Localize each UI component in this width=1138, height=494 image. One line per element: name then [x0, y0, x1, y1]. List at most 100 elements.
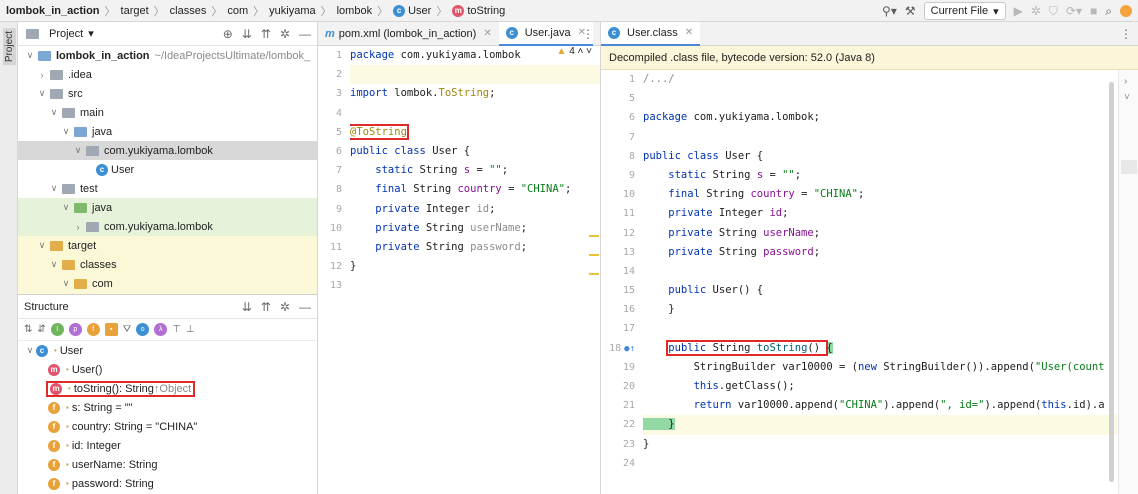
chevron-down-icon[interactable]: ∨ — [24, 345, 36, 356]
structure-item-content: c • User — [36, 344, 83, 357]
chevron-right-icon[interactable]: › — [1124, 76, 1127, 87]
code-area[interactable]: ▲ 4 ˄ ˅ package com.yukiyama.lombok impor… — [350, 46, 600, 494]
breadcrumb-item[interactable]: lombok_in_action — [6, 5, 100, 17]
gear-icon[interactable]: ✲ — [280, 300, 290, 314]
sort-visibility-icon[interactable]: ⇅ — [24, 324, 32, 335]
close-icon[interactable]: ✕ — [483, 28, 491, 39]
locate-icon[interactable]: ⊕ — [223, 27, 233, 41]
chevron-down-icon[interactable]: ∨ — [48, 107, 60, 118]
collapse-all-icon[interactable]: ⇈ — [261, 27, 271, 41]
show-non-public-icon[interactable]: ▪ — [104, 323, 118, 336]
filter-icon[interactable]: ⛛ — [123, 324, 131, 335]
expand-all-icon[interactable]: ⇊ — [242, 27, 252, 41]
tree-item[interactable]: ∨ classes — [18, 255, 317, 274]
structure-item[interactable]: ∨ c • User — [18, 341, 317, 360]
tree-item[interactable]: ∨ main — [18, 103, 317, 122]
chevron-down-icon[interactable]: ∨ — [60, 126, 72, 137]
chevron-down-icon[interactable]: ∨ — [48, 183, 60, 194]
tree-item[interactable]: ∨ com — [18, 274, 317, 293]
vcs-icon[interactable]: ⚲▾ — [882, 4, 897, 18]
breadcrumb-item[interactable]: c User — [393, 4, 431, 17]
show-lambdas-icon[interactable]: λ — [154, 323, 168, 336]
code-token: public — [668, 341, 713, 354]
expand-all-icon[interactable]: ⇊ — [242, 300, 252, 314]
debug-icon[interactable]: ✲ — [1031, 4, 1041, 18]
chevron-right-icon[interactable]: › — [72, 222, 84, 232]
collapse-all-icon[interactable]: ⇈ — [261, 300, 271, 314]
maven-icon: m — [325, 27, 335, 40]
vertical-scrollbar[interactable] — [1109, 82, 1114, 482]
show-inherited-icon[interactable]: I — [50, 323, 64, 336]
breadcrumb-item[interactable]: target — [121, 5, 149, 17]
chevron-down-icon[interactable]: ∨ — [24, 50, 36, 61]
chevron-down-icon[interactable]: ∨ — [36, 240, 48, 251]
folder-icon — [62, 107, 75, 118]
structure-panel-header: Structure ⇊ ⇈ ✲ — — [18, 295, 317, 319]
profile-icon[interactable]: ⟳▾ — [1066, 4, 1082, 18]
run-icon[interactable]: ▶ — [1014, 4, 1023, 18]
update-icon[interactable] — [1120, 5, 1132, 17]
structure-item[interactable]: m • User() — [18, 360, 317, 379]
autoscroll-to-source-icon[interactable]: ⊤ — [172, 324, 181, 335]
code-token: "CHINA" — [839, 399, 884, 412]
tree-item[interactable]: ∨ com.yukiyama.lombok — [18, 141, 317, 160]
line-number: 22 — [622, 419, 635, 431]
editor-tab[interactable]: c User.java ✕ — [498, 21, 593, 46]
tree-item[interactable]: ∨ lombok_in_action ~/IdeaProjectsUltimate/… — [18, 46, 317, 65]
structure-item[interactable]: f ▪ id: Integer — [18, 436, 317, 455]
code-line: } — [643, 435, 1138, 454]
code-token: ; — [813, 245, 821, 258]
chevron-down-icon[interactable]: ∨ — [36, 88, 48, 99]
close-icon[interactable]: ✕ — [685, 27, 693, 38]
breadcrumb-item[interactable]: yukiyama — [269, 5, 315, 17]
project-tool-button[interactable]: Project — [3, 28, 16, 66]
tree-item[interactable]: c User — [18, 160, 317, 179]
tree-item[interactable]: › .idea — [18, 65, 317, 84]
structure-item[interactable]: f ▪ password: String — [18, 474, 317, 493]
search-icon[interactable]: ⌕ — [1105, 4, 1112, 19]
breadcrumb-item[interactable]: m toString — [452, 4, 505, 17]
chevron-down-icon[interactable]: ∨ — [60, 278, 72, 289]
gear-icon[interactable]: ✲ — [280, 27, 290, 41]
tree-item[interactable]: ∨ target — [18, 236, 317, 255]
chevron-right-icon[interactable]: › — [36, 70, 48, 80]
tree-item[interactable]: › com.yukiyama.lombok — [18, 217, 317, 236]
tree-item[interactable]: ∨ src — [18, 84, 317, 103]
show-properties-icon[interactable]: p — [68, 323, 82, 336]
project-view-select[interactable]: Project ▾ — [24, 27, 94, 40]
show-anonymous-icon[interactable]: o — [136, 323, 150, 336]
structure-item[interactable]: f ▪ country: String = "CHINA" — [18, 417, 317, 436]
breadcrumb-item[interactable]: com — [227, 5, 248, 17]
structure-item[interactable]: f ▪ userName: String — [18, 455, 317, 474]
build-hammer-icon[interactable]: ⚒ — [905, 4, 916, 18]
tree-item[interactable]: ∨ java — [18, 198, 317, 217]
show-fields-icon[interactable]: f — [86, 323, 100, 336]
chevron-down-icon[interactable]: ∨ — [60, 202, 72, 213]
editor-tabs-right: c User.class ✕ ⋮ — [601, 21, 1138, 46]
chevron-down-icon[interactable]: ∨ — [48, 259, 60, 270]
tree-item[interactable]: ∨ java — [18, 122, 317, 141]
tool-button[interactable] — [1121, 160, 1137, 174]
structure-item[interactable]: m • toString(): String ↑Object — [18, 379, 317, 398]
sort-alpha-icon[interactable]: ⇵ — [37, 324, 45, 335]
coverage-icon[interactable]: ⛉ — [1049, 4, 1058, 19]
editor-tab[interactable]: c User.class ✕ — [601, 21, 701, 46]
chevron-down-icon[interactable]: ∨ — [72, 145, 84, 156]
tree-item[interactable]: ∨ test — [18, 179, 317, 198]
more-tabs-icon[interactable]: ⋮ — [582, 27, 594, 41]
structure-item[interactable]: f ▪ s: String = "" — [18, 398, 317, 417]
autoscroll-from-source-icon[interactable]: ⊥ — [186, 324, 195, 335]
run-configuration-select[interactable]: Current File ▾ — [923, 2, 1006, 20]
hide-icon[interactable]: — — [299, 300, 311, 314]
override-icon[interactable]: ●↑ — [624, 344, 635, 354]
breadcrumb-item[interactable]: lombok — [337, 5, 372, 17]
editor-tab[interactable]: m pom.xml (lombok_in_action) ✕ — [318, 22, 499, 46]
code-area[interactable]: /.../ package com.yukiyama.lombok; public … — [643, 70, 1138, 494]
more-tabs-icon[interactable]: ⋮ — [1120, 27, 1132, 41]
chevron-down-icon[interactable]: ˅ — [1124, 92, 1130, 103]
hide-icon[interactable]: — — [299, 27, 311, 41]
stop-icon[interactable]: ■ — [1090, 4, 1097, 18]
breadcrumb-item[interactable]: classes — [170, 5, 207, 17]
lock-icon: ▪ — [66, 441, 69, 450]
